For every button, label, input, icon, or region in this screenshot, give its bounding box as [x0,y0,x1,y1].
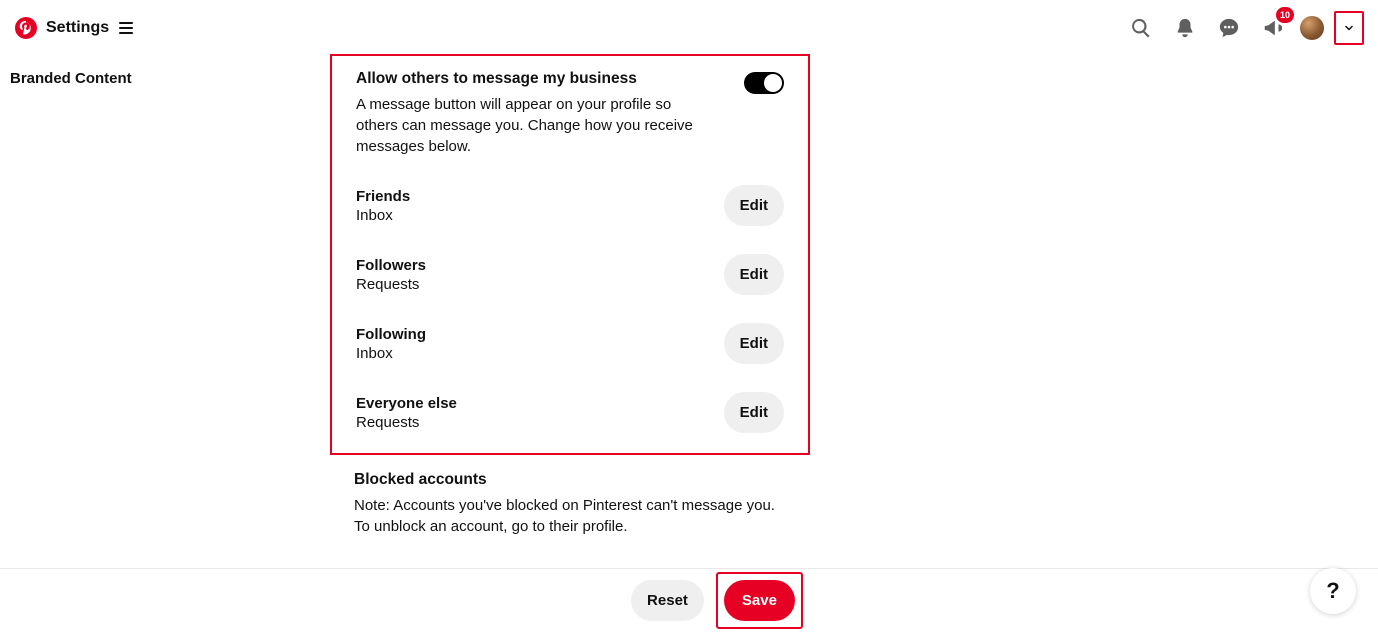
edit-friends-button[interactable]: Edit [724,185,784,226]
messaging-section-head: Allow others to message my business A me… [356,70,784,157]
updates-icon[interactable]: 10 [1256,11,1290,45]
header-left: Settings [14,16,133,40]
group-value: Inbox [356,345,426,362]
blocked-section: Blocked accounts Note: Accounts you've b… [330,455,810,537]
header: Settings 10 [0,0,1378,56]
reset-button[interactable]: Reset [631,580,704,621]
messaging-section-desc: A message button will appear on your pro… [356,94,716,157]
bell-icon[interactable] [1168,11,1202,45]
hamburger-icon[interactable] [119,22,133,34]
group-value: Inbox [356,207,410,224]
account-menu-button[interactable] [1334,11,1364,45]
group-label: Everyone else [356,395,457,412]
question-icon: ? [1326,578,1339,604]
chat-icon[interactable] [1212,11,1246,45]
pinterest-logo-icon[interactable] [14,16,38,40]
save-button[interactable]: Save [724,580,795,621]
blocked-section-title: Blocked accounts [354,471,786,489]
group-row-followers: Followers Requests Edit [356,254,784,295]
save-highlight-box: Save [716,572,803,629]
group-label: Friends [356,188,410,205]
messaging-highlight-box: Allow others to message my business A me… [330,54,810,455]
layout: Branded Content Allow others to message … [0,56,1378,537]
notifications-badge: 10 [1276,7,1294,23]
chevron-down-icon [1343,22,1355,34]
group-row-everyone: Everyone else Requests Edit [356,392,784,433]
help-button[interactable]: ? [1310,568,1356,614]
group-value: Requests [356,414,457,431]
blocked-section-note: Note: Accounts you've blocked on Pintere… [354,495,784,537]
sidebar: Branded Content [0,56,160,537]
group-value: Requests [356,276,426,293]
group-row-following: Following Inbox Edit [356,323,784,364]
group-label: Followers [356,257,426,274]
group-row-friends: Friends Inbox Edit [356,185,784,226]
edit-everyone-button[interactable]: Edit [724,392,784,433]
messaging-panel: Allow others to message my business A me… [330,56,810,537]
edit-following-button[interactable]: Edit [724,323,784,364]
avatar[interactable] [1300,16,1324,40]
content: Allow others to message my business A me… [160,56,1378,537]
allow-messaging-toggle[interactable] [744,72,784,94]
page-title: Settings [46,19,109,37]
group-label: Following [356,326,426,343]
header-right: 10 [1124,11,1364,45]
edit-followers-button[interactable]: Edit [724,254,784,295]
search-icon[interactable] [1124,11,1158,45]
sidebar-item-branded-content[interactable]: Branded Content [10,62,160,95]
messaging-section-title: Allow others to message my business [356,70,716,88]
footer: Reset Save [0,568,1378,632]
